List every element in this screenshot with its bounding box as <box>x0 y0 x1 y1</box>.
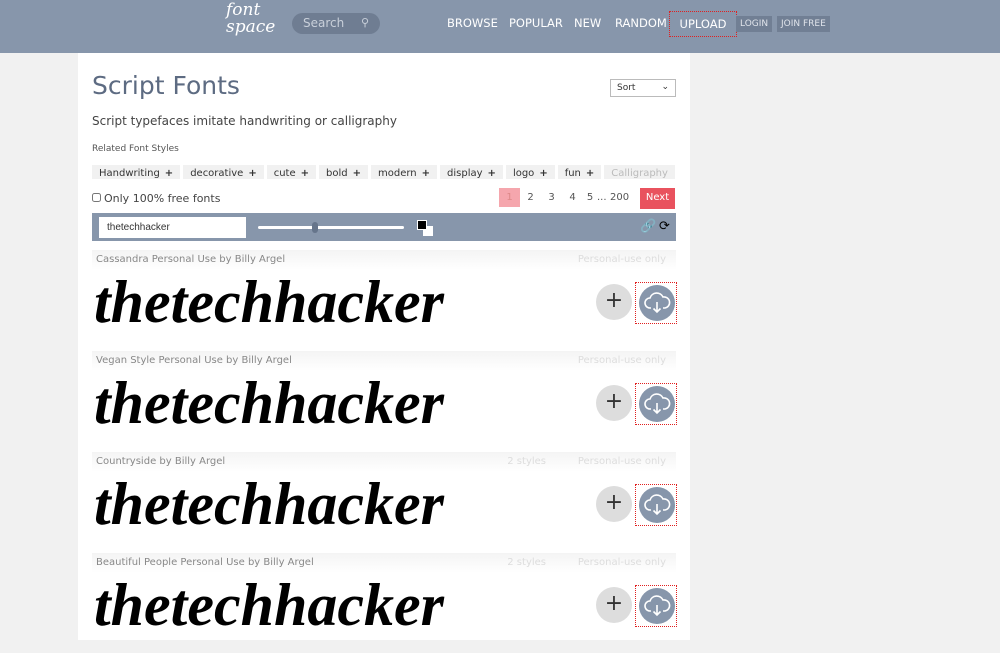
preview-toolbar: 🔗 ⟳ <box>92 213 676 241</box>
font-card: Countryside by Billy Argel 2 styles Person… <box>92 452 677 552</box>
search-icon[interactable]: ⚲ <box>361 16 369 29</box>
tag-modern[interactable]: modern + <box>371 165 438 179</box>
page-4[interactable]: 4 <box>562 188 583 207</box>
fontspace-logo[interactable]: font space <box>226 2 286 36</box>
font-preview[interactable]: thetechhacker <box>94 268 444 337</box>
add-to-collection-button[interactable]: + <box>596 385 632 421</box>
download-button[interactable] <box>635 484 677 526</box>
related-styles-label: Related Font Styles <box>92 144 179 154</box>
page-2[interactable]: 2 <box>520 188 541 207</box>
tag-display[interactable]: display + <box>440 165 503 179</box>
refresh-icon[interactable]: ⟳ <box>659 219 670 234</box>
cloud-download-icon <box>644 494 671 516</box>
download-button[interactable] <box>635 383 677 425</box>
main-content: Script Fonts Sort ⌄ Script typefaces imit… <box>78 53 690 640</box>
license-label: Personal-use only <box>577 355 666 366</box>
font-name-link[interactable]: Beautiful People Personal Use by Billy A… <box>96 557 314 568</box>
tag-decorative[interactable]: decorative + <box>183 165 264 179</box>
font-name-link[interactable]: Cassandra Personal Use by Billy Argel <box>96 254 285 265</box>
font-preview[interactable]: thetechhacker <box>94 470 444 539</box>
font-name-link[interactable]: Countryside by Billy Argel <box>96 456 225 467</box>
add-to-collection-button[interactable]: + <box>596 486 632 522</box>
font-preview[interactable]: thetechhacker <box>94 369 444 438</box>
font-card-header: Beautiful People Personal Use by Billy A… <box>92 553 676 573</box>
free-only-checkbox[interactable]: Only 100% free fonts <box>92 192 220 205</box>
link-icon[interactable]: 🔗 <box>640 219 656 234</box>
nav-random[interactable]: RANDOM <box>615 16 667 30</box>
license-label: Personal-use only <box>577 254 666 265</box>
page-3[interactable]: 3 <box>541 188 562 207</box>
add-to-collection-button[interactable]: + <box>596 284 632 320</box>
license-label: Personal-use only <box>577 456 666 467</box>
page-1[interactable]: 1 <box>499 188 520 207</box>
download-button[interactable] <box>635 282 677 324</box>
login-button[interactable]: LOGIN <box>736 16 773 32</box>
nav-popular[interactable]: POPULAR <box>509 16 563 30</box>
tag-cute[interactable]: cute + <box>266 165 317 179</box>
font-card-header: Cassandra Personal Use by Billy Argel Per… <box>92 250 676 270</box>
tag-handwriting[interactable]: Handwriting + <box>92 165 181 179</box>
download-button[interactable] <box>635 585 677 627</box>
tag-list: Handwriting + decorative + cute + bold + modern +… <box>92 161 676 179</box>
tag-calligraphy[interactable]: Calligraphy <box>604 165 675 179</box>
nav-browse[interactable]: BROWSE <box>447 16 498 30</box>
tag-bold[interactable]: bold + <box>319 165 368 179</box>
header: font space Search ⚲ BROWSE POPULAR NEW RAN… <box>0 0 1000 53</box>
slider-handle[interactable] <box>312 222 318 233</box>
font-card: Beautiful People Personal Use by Billy A… <box>92 553 677 653</box>
nav-upload[interactable]: UPLOAD <box>669 11 737 37</box>
sort-select[interactable]: Sort ⌄ <box>610 79 676 97</box>
cloud-download-icon <box>644 393 671 415</box>
chevron-down-icon: ⌄ <box>661 82 669 92</box>
next-button[interactable]: Next <box>640 188 675 209</box>
tag-logo[interactable]: logo + <box>505 165 555 179</box>
tag-fun[interactable]: fun + <box>557 165 602 179</box>
styles-count: 2 styles <box>507 557 546 568</box>
font-card-header: Countryside by Billy Argel 2 styles Person… <box>92 452 676 472</box>
foreground-color-picker[interactable] <box>417 220 427 230</box>
font-card: Vegan Style Personal Use by Billy Argel P… <box>92 351 677 451</box>
nav-new[interactable]: NEW <box>574 16 601 30</box>
font-name-link[interactable]: Vegan Style Personal Use by Billy Argel <box>96 355 292 366</box>
join-free-button[interactable]: JOIN FREE <box>777 16 830 32</box>
page-title: Script Fonts <box>92 71 240 100</box>
cloud-download-icon <box>644 292 671 314</box>
search-input[interactable]: Search ⚲ <box>292 13 380 34</box>
styles-count: 2 styles <box>507 456 546 467</box>
font-size-slider[interactable] <box>258 222 404 233</box>
ellipsis: ... <box>597 192 607 203</box>
add-to-collection-button[interactable]: + <box>596 587 632 623</box>
page-200[interactable]: 200 <box>607 188 633 207</box>
font-preview[interactable]: thetechhacker <box>94 571 444 640</box>
page-description: Script typefaces imitate handwriting or … <box>92 114 397 128</box>
font-card-header: Vegan Style Personal Use by Billy Argel P… <box>92 351 676 371</box>
cloud-download-icon <box>644 595 671 617</box>
font-card: Cassandra Personal Use by Billy Argel Per… <box>92 250 677 350</box>
preview-text-input[interactable] <box>99 217 246 238</box>
page-5[interactable]: 5 <box>583 188 597 207</box>
pagination: 1 2 3 4 5... 200 <box>499 188 633 207</box>
license-label: Personal-use only <box>577 557 666 568</box>
